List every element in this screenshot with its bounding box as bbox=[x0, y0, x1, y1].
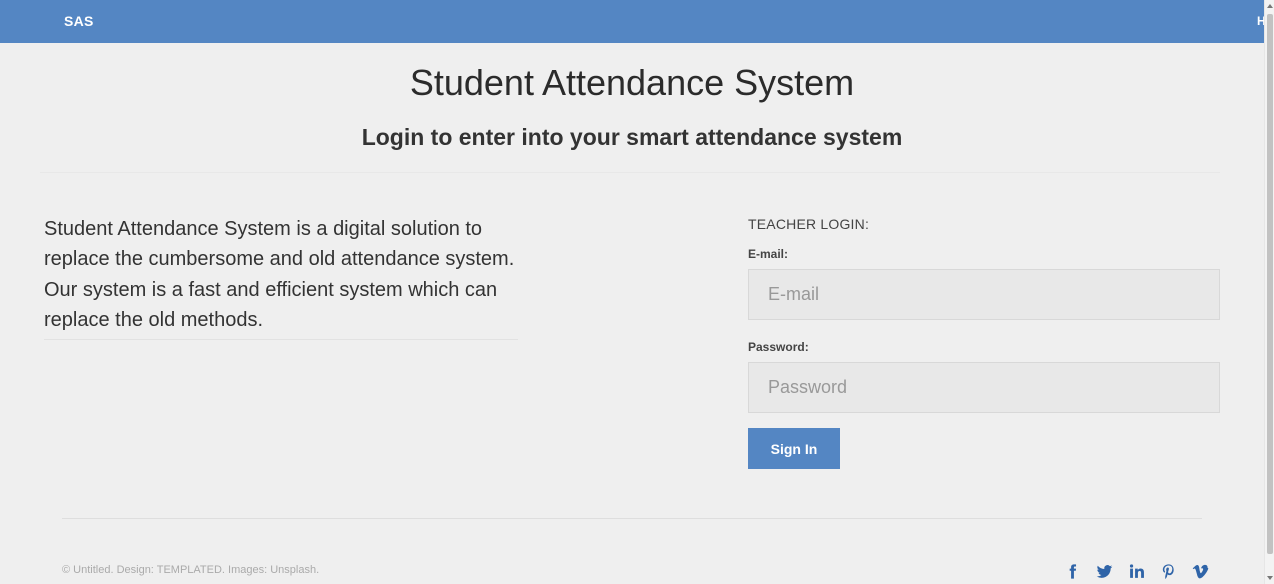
header-divider bbox=[40, 172, 1220, 173]
linkedin-icon[interactable] bbox=[1120, 563, 1152, 583]
login-heading: TEACHER LOGIN: bbox=[748, 216, 870, 232]
scroll-up-arrow-icon[interactable] bbox=[1267, 4, 1273, 8]
page-title: Student Attendance System bbox=[409, 62, 855, 103]
brand-logo[interactable]: SAS bbox=[64, 13, 94, 29]
scrollbar-thumb[interactable] bbox=[1267, 14, 1273, 554]
nav-link-home[interactable]: Home bbox=[1257, 14, 1264, 28]
vertical-scrollbar[interactable] bbox=[1264, 0, 1274, 584]
facebook-icon[interactable] bbox=[1056, 563, 1088, 583]
sign-in-button[interactable]: Sign In bbox=[748, 428, 840, 469]
page-subtitle: Login to enter into your smart attendanc… bbox=[361, 124, 903, 150]
pinterest-icon[interactable] bbox=[1152, 563, 1184, 583]
email-field[interactable] bbox=[748, 269, 1220, 320]
teacher-login-form: TEACHER LOGIN: E-mail: Password: Sign In bbox=[748, 216, 1220, 469]
social-links bbox=[1056, 563, 1216, 583]
top-navbar: SAS Home bbox=[0, 0, 1264, 43]
footer-divider bbox=[62, 518, 1202, 519]
password-field[interactable] bbox=[748, 362, 1220, 413]
twitter-icon[interactable] bbox=[1088, 563, 1120, 583]
vimeo-icon[interactable] bbox=[1184, 563, 1216, 583]
intro-paragraph: Student Attendance System is a digital s… bbox=[44, 214, 518, 341]
scroll-down-arrow-icon[interactable] bbox=[1267, 576, 1273, 580]
email-label: E-mail: bbox=[748, 247, 789, 261]
copyright-text: © Untitled. Design: TEMPLATED. Images: U… bbox=[62, 564, 320, 576]
password-label: Password: bbox=[748, 340, 809, 354]
